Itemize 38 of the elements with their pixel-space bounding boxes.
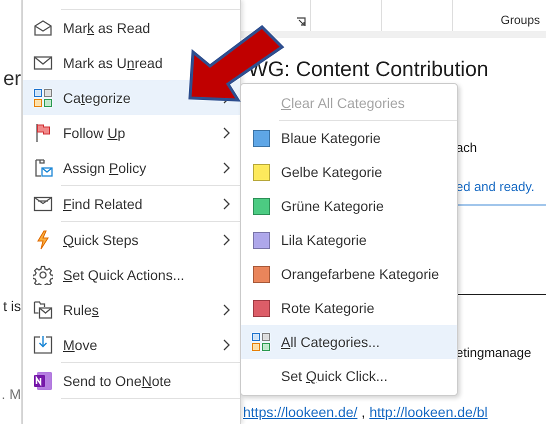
- link[interactable]: https://lookeen.de/: [243, 404, 358, 420]
- preview-text: . M: [2, 386, 21, 402]
- menu-item[interactable]: Mark as Unread: [63, 54, 163, 70]
- menu-item[interactable]: Send to OneNote: [63, 372, 172, 388]
- settings-icon: [33, 264, 53, 284]
- menu-item[interactable]: Move: [63, 336, 98, 352]
- menu-item[interactable]: Rules: [63, 302, 99, 318]
- menu-item[interactable]: Mark as Read: [63, 20, 150, 36]
- preview-text: er: [3, 68, 21, 91]
- menu-item[interactable]: Find Related: [63, 196, 142, 212]
- dialog-launcher-icon[interactable]: [296, 17, 306, 27]
- separator-text: ,: [361, 404, 366, 420]
- open-envelope-icon: [33, 18, 53, 38]
- menu-item[interactable]: Quick Steps: [63, 232, 138, 248]
- clipboard-envelope-icon: [33, 158, 53, 178]
- preview-text: t is: [3, 298, 21, 314]
- envelope-icon: [33, 54, 53, 70]
- menu-item[interactable]: Blaue Kategorie: [281, 130, 381, 146]
- body-text: etingmanage: [455, 345, 532, 360]
- menu-item[interactable]: Follow Up: [63, 124, 126, 140]
- menu-item[interactable]: Lila Kategorie: [281, 232, 367, 248]
- notebook-icon: [33, 370, 53, 390]
- link[interactable]: http://lookeen.de/bl: [369, 404, 488, 420]
- category-grid-icon: [251, 332, 271, 352]
- menu-item[interactable]: Gelbe Kategorie: [281, 164, 382, 180]
- menu-item[interactable]: Assign Policy: [63, 160, 146, 176]
- flag-icon: [35, 122, 51, 142]
- ribbon-group-label: Groups: [500, 13, 540, 27]
- menu-item[interactable]: All Categories...: [281, 334, 380, 350]
- envelope-icon: [33, 196, 53, 212]
- menu-item[interactable]: Set Quick Click...: [281, 368, 388, 384]
- lightning-icon: [36, 230, 50, 250]
- folder-envelope-icon: [33, 300, 53, 320]
- menu-item[interactable]: Grüne Kategorie: [281, 198, 384, 214]
- menu-item[interactable]: Orangefarbene Kategorie: [281, 266, 439, 282]
- menu-item[interactable]: Rote Kategorie: [281, 300, 374, 316]
- menu-item[interactable]: Set Quick Actions...: [63, 266, 184, 282]
- folder-arrow-icon: [33, 334, 53, 354]
